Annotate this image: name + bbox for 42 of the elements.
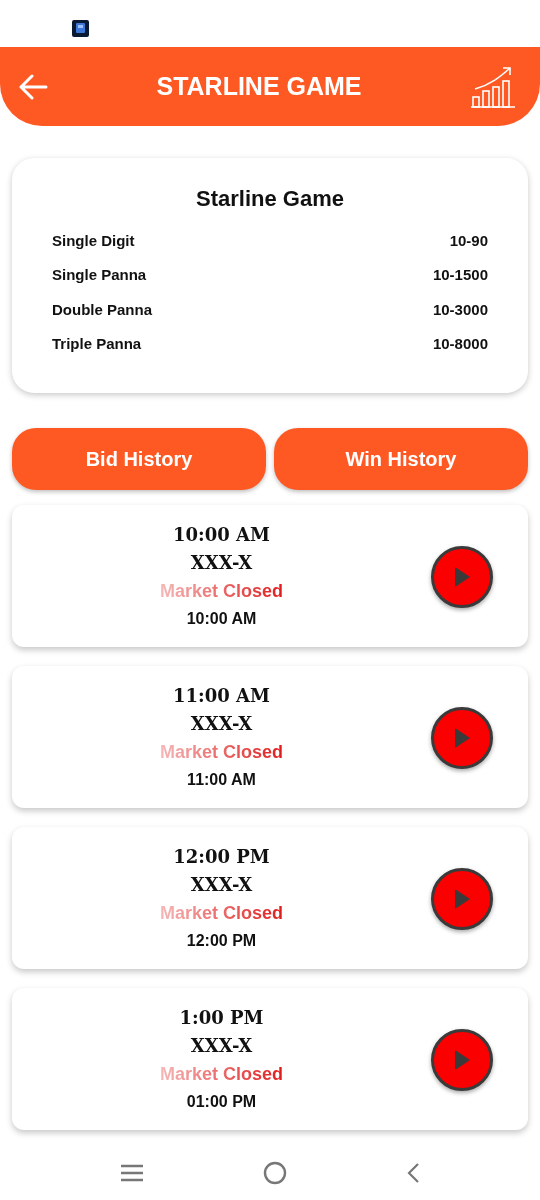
market-time: 12:00 PM: [186, 931, 257, 951]
market-time: 10:00 AM: [186, 609, 257, 629]
play-icon: [453, 566, 471, 588]
market-name: 10:00 AM: [173, 523, 270, 547]
history-button[interactable]: Win History: [274, 428, 528, 490]
result-number: XXX-X: [190, 1034, 253, 1058]
play-icon: [453, 727, 471, 749]
result-number: XXX-X: [190, 712, 253, 736]
play-button[interactable]: [431, 1029, 493, 1091]
rate-range: 10-1500: [432, 266, 488, 284]
result-number: XXX-X: [190, 551, 253, 575]
menu-button[interactable]: [119, 1163, 144, 1182]
play-icon: [453, 1049, 471, 1071]
market-time: 11:00 AM: [187, 770, 256, 790]
play-icon: [453, 888, 471, 910]
market-name: 12:00 PM: [173, 845, 270, 869]
home-icon: [263, 1160, 287, 1185]
home-button[interactable]: [263, 1160, 287, 1185]
growth-chart-icon: [470, 64, 516, 109]
market-name: 1:00 PM: [179, 1006, 264, 1030]
game-type-label: Single Panna: [52, 266, 147, 284]
rate-range: 10-3000: [432, 300, 488, 318]
play-button[interactable]: [431, 546, 493, 608]
rate-range: 10-90: [449, 231, 488, 249]
back-icon: [406, 1161, 421, 1184]
rate-range: 10-8000: [432, 335, 488, 353]
back-button[interactable]: [406, 1161, 421, 1184]
play-button[interactable]: [431, 868, 493, 930]
market-time: 01:00 PM: [186, 1092, 257, 1112]
market-name: 11:00 AM: [173, 684, 270, 708]
game-type-label: Single Digit: [52, 231, 135, 249]
play-button[interactable]: [431, 707, 493, 769]
app-icon: [72, 20, 89, 37]
menu-icon: [119, 1163, 144, 1182]
card-title: Starline Game: [195, 186, 345, 213]
game-type-label: Triple Panna: [52, 335, 142, 353]
back-arrow-icon: [18, 73, 48, 100]
chart-button[interactable]: [470, 64, 516, 109]
game-type-label: Double Panna: [52, 300, 152, 318]
result-number: XXX-X: [190, 873, 253, 897]
page-title: STARLINE GAME: [156, 72, 362, 101]
history-button[interactable]: Bid History: [12, 428, 266, 490]
